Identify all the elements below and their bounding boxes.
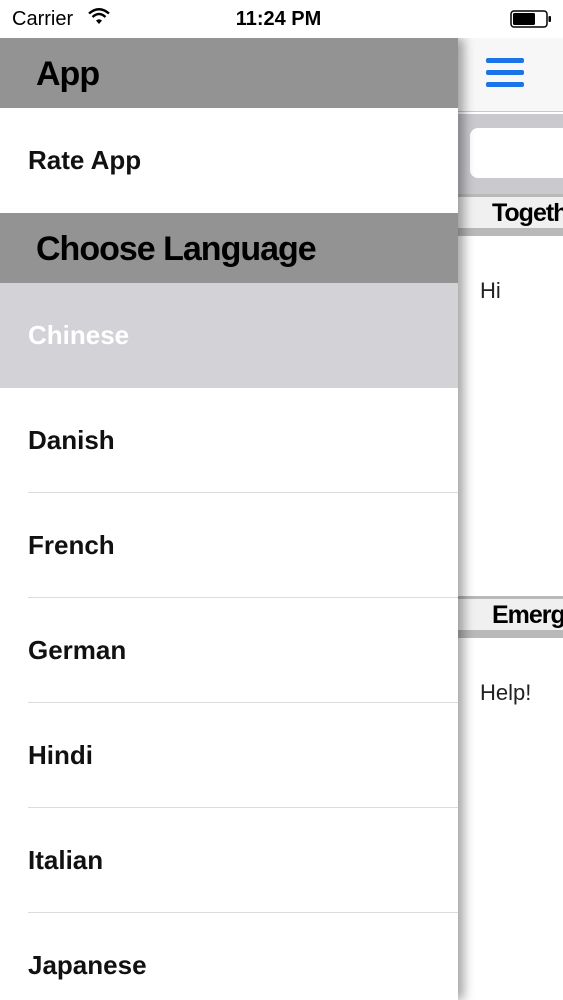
language-label: Japanese bbox=[28, 950, 147, 980]
main-content-panel: Together Hi Emergency Help! bbox=[458, 38, 563, 1000]
language-label: Italian bbox=[28, 845, 104, 875]
language-label: Hindi bbox=[28, 740, 93, 770]
language-item-japanese[interactable]: Japanese bbox=[0, 913, 458, 1000]
language-item-german[interactable]: German bbox=[0, 598, 458, 703]
status-bar: Carrier 11:24 PM bbox=[0, 0, 563, 38]
language-label: German bbox=[28, 635, 127, 665]
language-item-hindi[interactable]: Hindi bbox=[0, 703, 458, 808]
language-item-danish[interactable]: Danish bbox=[0, 388, 458, 493]
language-item-chinese[interactable]: Chinese bbox=[0, 283, 458, 388]
choose-language-section-header: Choose Language bbox=[0, 213, 458, 283]
rate-app-label: Rate App bbox=[28, 145, 142, 175]
together-section-header: Together bbox=[458, 194, 563, 236]
language-label: Danish bbox=[28, 425, 115, 455]
app-screen: Carrier 11:24 PM Together Hi Emergency H… bbox=[0, 0, 563, 1000]
language-item-italian[interactable]: Italian bbox=[0, 808, 458, 913]
rate-app-item[interactable]: Rate App bbox=[0, 108, 458, 213]
search-bar bbox=[458, 114, 563, 194]
clock-time: 11:24 PM bbox=[235, 8, 322, 30]
together-message[interactable]: Hi bbox=[458, 244, 563, 590]
emergency-section-header: Emergency bbox=[458, 596, 563, 638]
hamburger-menu-icon[interactable] bbox=[486, 58, 524, 88]
emergency-message[interactable]: Help! bbox=[458, 646, 563, 1000]
language-label: French bbox=[28, 530, 115, 560]
search-input[interactable] bbox=[470, 128, 563, 178]
language-item-french[interactable]: French bbox=[0, 493, 458, 598]
app-section-header: App bbox=[0, 38, 458, 108]
navigation-bar bbox=[458, 38, 563, 112]
side-drawer-menu: App Rate App Choose Language Chinese Dan… bbox=[0, 38, 458, 1000]
language-label: Chinese bbox=[28, 320, 130, 350]
battery-icon bbox=[510, 10, 551, 28]
